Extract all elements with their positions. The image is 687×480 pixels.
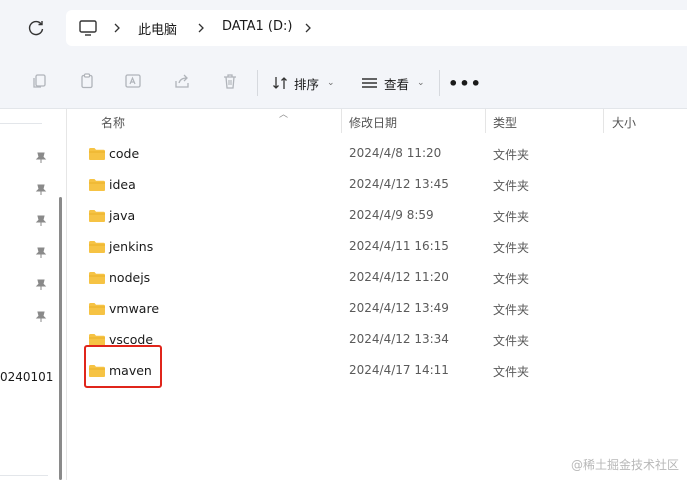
column-divider[interactable] [341,109,342,133]
file-type: 文件夹 [493,334,530,348]
view-button[interactable]: 查看 ⌄ [361,70,425,96]
file-name: idea [109,177,136,192]
file-row[interactable]: java 2024/4/9 8:59 文件夹 [67,201,687,232]
file-modified: 2024/4/11 16:15 [349,239,449,253]
pin-icon[interactable] [34,245,48,259]
sort-button[interactable]: 排序 ⌄ [272,70,335,96]
column-type[interactable]: 类型 [493,114,517,131]
refresh-icon[interactable] [26,18,46,38]
toolbar-separator [439,70,440,96]
file-modified: 2024/4/12 13:45 [349,177,449,191]
folder-icon [89,272,105,284]
watermark: @稀土掘金技术社区 [570,458,679,472]
folder-icon [89,179,105,191]
view-list-icon [362,78,377,88]
computer-icon[interactable] [78,19,98,37]
column-modified[interactable]: 修改日期 [349,114,397,131]
file-modified: 2024/4/17 14:11 [349,363,449,377]
delete-icon[interactable] [221,72,239,90]
file-row[interactable]: idea 2024/4/12 13:45 文件夹 [67,170,687,201]
file-name: jenkins [109,239,154,254]
address-bar: 此电脑 DATA1 (D:) [0,0,687,58]
file-row[interactable]: nodejs 2024/4/12 11:20 文件夹 [67,263,687,294]
file-modified: 2024/4/12 13:49 [349,301,449,315]
pin-icon[interactable] [34,309,48,323]
file-modified: 2024/4/12 13:34 [349,332,449,346]
pin-icon[interactable] [34,213,48,227]
file-row[interactable]: jenkins 2024/4/11 16:15 文件夹 [67,232,687,263]
command-bar: 排序 ⌄ 查看 ⌄ ••• [0,58,687,109]
chevron-right-icon[interactable] [301,20,315,36]
file-modified: 2024/4/8 11:20 [349,146,442,160]
column-divider[interactable] [485,109,486,133]
file-type: 文件夹 [493,365,530,379]
nav-divider-line [0,475,48,476]
share-icon[interactable] [173,72,191,90]
nav-item-label[interactable]: 0240101 [0,370,53,384]
column-size[interactable]: 大小 [612,114,636,131]
sort-icon [273,77,287,89]
file-modified: 2024/4/9 8:59 [349,208,434,222]
folder-icon [89,241,105,253]
chevron-down-icon: ⌄ [417,78,425,88]
chevron-down-icon: ⌄ [327,78,335,88]
file-type: 文件夹 [493,241,530,255]
folder-icon [89,210,105,222]
column-header: ︿ 名称 修改日期 类型 大小 [67,109,687,133]
file-type: 文件夹 [493,303,530,317]
rename-icon[interactable] [124,72,142,90]
column-divider[interactable] [603,109,604,133]
breadcrumb[interactable]: 此电脑 DATA1 (D:) [66,10,687,46]
folder-icon [89,148,105,160]
file-name: vmware [109,301,160,316]
paste-icon[interactable] [78,72,96,90]
file-name: nodejs [109,270,151,285]
file-type: 文件夹 [493,210,530,224]
breadcrumb-this-pc[interactable]: 此电脑 [138,19,177,38]
sort-ascending-icon: ︿ [279,110,289,120]
nav-divider-line [0,123,42,124]
copy-icon[interactable] [30,72,48,90]
navigation-pane: 0240101 [0,109,66,480]
column-name[interactable]: 名称 [101,114,125,131]
file-modified: 2024/4/12 11:20 [349,270,449,284]
chevron-right-icon[interactable] [194,20,208,36]
toolbar-separator [257,70,258,96]
file-name: java [109,208,136,223]
sort-label: 排序 [294,76,320,92]
folder-icon [89,303,105,315]
file-type: 文件夹 [493,148,530,162]
highlight-box [84,345,162,388]
pin-icon[interactable] [34,150,48,164]
file-type: 文件夹 [493,179,530,193]
file-row[interactable]: vmware 2024/4/12 13:49 文件夹 [67,294,687,325]
pin-icon[interactable] [34,182,48,196]
view-label: 查看 [384,76,410,92]
chevron-right-icon[interactable] [110,20,124,36]
nav-scrollbar[interactable] [59,197,62,480]
file-type: 文件夹 [493,272,530,286]
file-name: code [109,146,140,161]
breadcrumb-drive[interactable]: DATA1 (D:) [222,19,292,34]
file-row[interactable]: code 2024/4/8 11:20 文件夹 [67,139,687,170]
more-options-button[interactable]: ••• [448,70,481,96]
pin-icon[interactable] [34,277,48,291]
